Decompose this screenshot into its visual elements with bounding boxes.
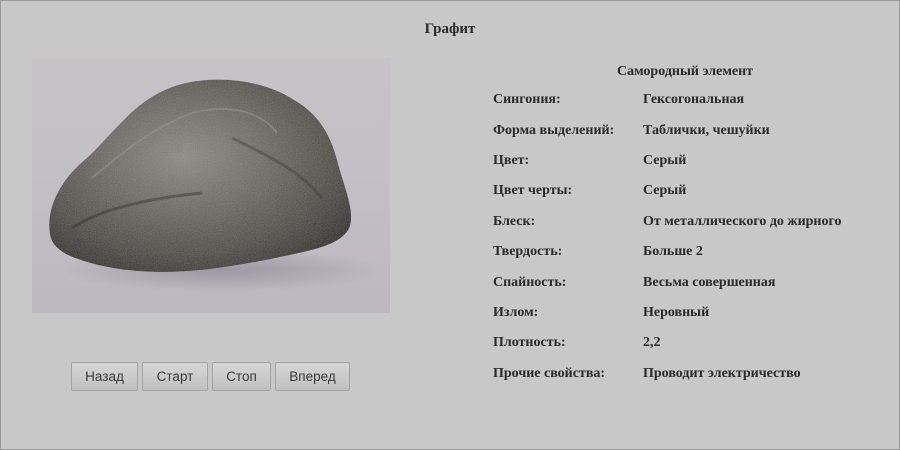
- property-label: Цвет черты:: [493, 183, 573, 199]
- property-label: Твердость:: [493, 244, 563, 260]
- property-row: Цвет: Серый: [493, 146, 893, 176]
- mineral-rock-image: [49, 79, 382, 292]
- property-value: От металлического до жирного: [643, 213, 842, 229]
- property-row: Сингония: Гексогональная: [493, 85, 893, 115]
- property-label: Цвет:: [493, 152, 530, 168]
- property-value: Неровный: [643, 304, 710, 320]
- property-value: Проводит электричество: [643, 365, 801, 381]
- app-window: Графит Назад Старт Стоп Вперед Самородны…: [0, 0, 900, 450]
- property-row: Плотность: 2,2: [493, 328, 893, 358]
- mineral-class: Самородный элемент: [616, 64, 754, 79]
- property-value: Больше 2: [643, 244, 703, 260]
- property-value: Весьма совершенная: [643, 274, 776, 290]
- property-value: Гексогональная: [643, 92, 745, 108]
- property-value: Серый: [643, 152, 687, 168]
- property-label: Блеск:: [493, 213, 536, 229]
- property-label: Прочие свойства:: [493, 365, 606, 381]
- property-label: Плотность:: [493, 335, 566, 351]
- mineral-photo: [32, 58, 390, 313]
- property-label: Форма выделений:: [493, 122, 615, 138]
- property-row: Твердость: Больше 2: [493, 237, 893, 267]
- properties-panel: Самородный элемент Сингония: Гексогональ…: [493, 64, 893, 389]
- property-row: Спайность: Весьма совершенная: [493, 267, 893, 297]
- property-label: Сингония:: [493, 92, 561, 108]
- back-button[interactable]: Назад: [71, 362, 138, 391]
- property-row: Форма выделений: Таблички, чешуйки: [493, 115, 893, 145]
- property-label: Излом:: [493, 304, 539, 320]
- page-title: Графит: [424, 21, 476, 37]
- property-label: Спайность:: [493, 274, 567, 290]
- property-value: Серый: [643, 183, 687, 199]
- property-row: Блеск: От металлического до жирного: [493, 207, 893, 237]
- property-row: Прочие свойства: Проводит электричество: [493, 359, 893, 389]
- stop-button[interactable]: Стоп: [212, 362, 271, 391]
- start-button[interactable]: Старт: [142, 362, 208, 391]
- property-row: Излом: Неровный: [493, 298, 893, 328]
- property-row: Цвет черты: Серый: [493, 176, 893, 206]
- playback-controls: Назад Старт Стоп Вперед: [71, 362, 350, 391]
- next-button[interactable]: Вперед: [275, 362, 350, 391]
- property-value: 2,2: [643, 335, 661, 351]
- property-value: Таблички, чешуйки: [643, 122, 770, 138]
